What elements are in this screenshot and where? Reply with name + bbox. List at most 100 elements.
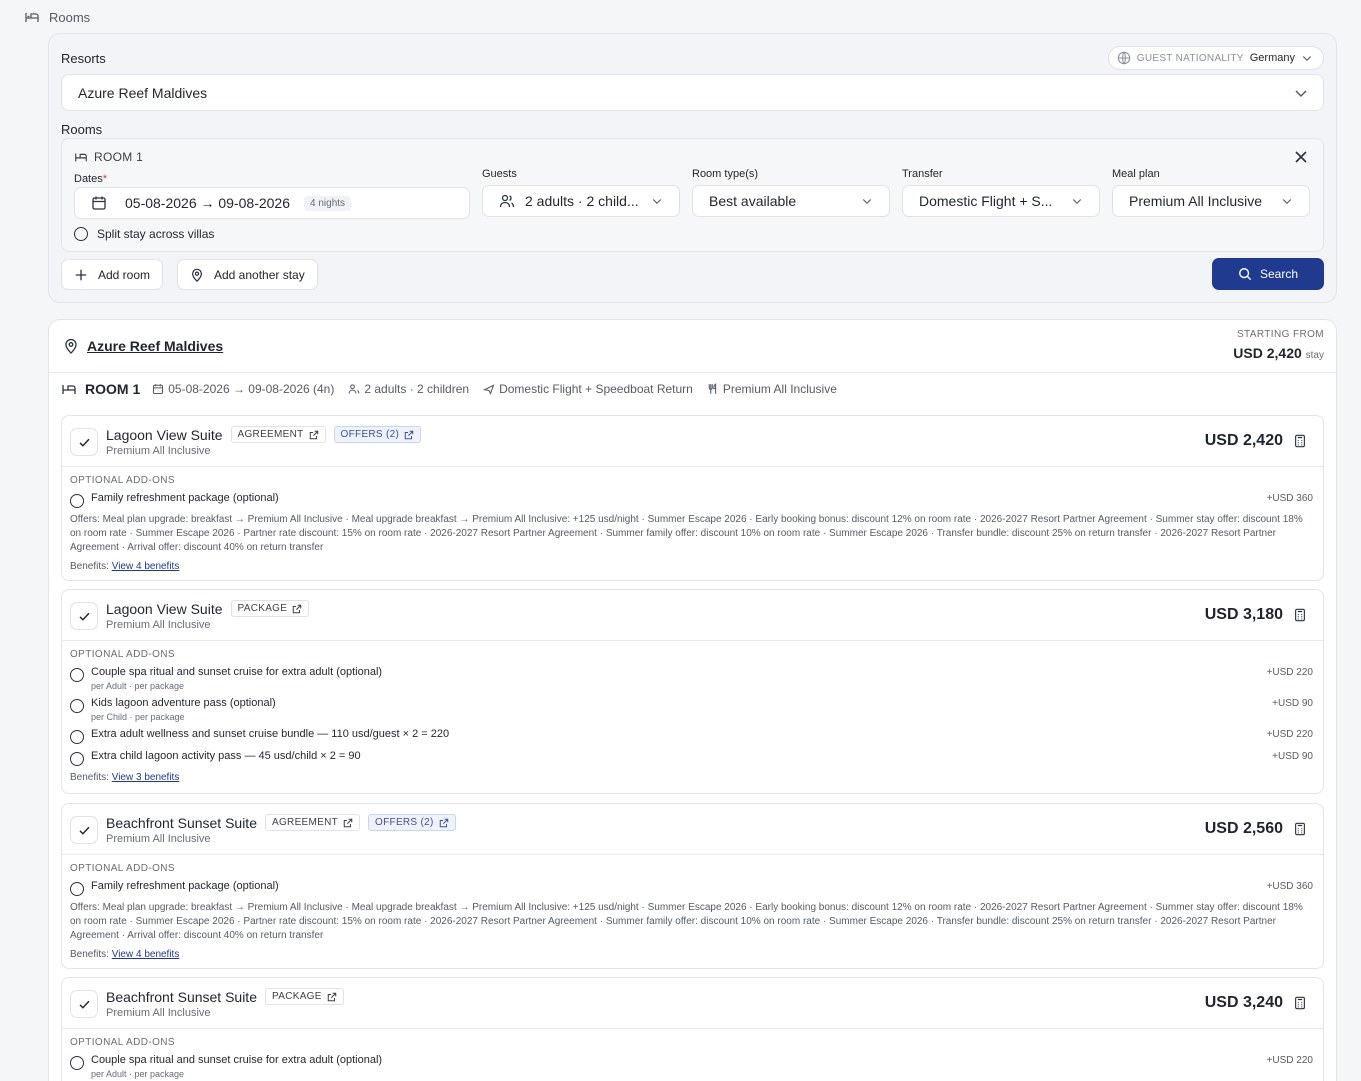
view-benefits-link[interactable]: View 3 benefits [112, 772, 180, 783]
benefits: Benefits: View 4 benefits [70, 949, 180, 960]
offer-room-name: Lagoon View Suite [106, 600, 223, 617]
addon-radio[interactable] [70, 1056, 84, 1070]
resort-select-value: Azure Reef Maldives [78, 84, 208, 101]
addon-radio[interactable] [70, 699, 84, 713]
external-link-icon [404, 430, 414, 440]
addon-price: +USD 220 [1266, 729, 1313, 740]
room-header: ROOM 1 [74, 150, 143, 164]
nationality-selector[interactable]: GUEST NATIONALITY Germany [1107, 46, 1324, 70]
check-icon [78, 610, 91, 623]
calendar-icon [152, 383, 164, 395]
roomtype-select[interactable]: Best available [692, 185, 890, 217]
addon-item[interactable]: Family refreshment package (optional) [70, 492, 279, 508]
plus-icon [74, 268, 88, 282]
addon-radio[interactable] [70, 752, 84, 766]
resort-select[interactable]: Azure Reef Maldives [61, 74, 1324, 111]
addon-item[interactable]: Couple spa ritual and sunset cruise for … [70, 1054, 382, 1079]
meal-select[interactable]: Premium All Inclusive [1112, 185, 1310, 217]
addons-header: OPTIONAL ADD-ONS [70, 1037, 175, 1048]
check-icon [78, 998, 91, 1011]
meal-value: Premium All Inclusive [1129, 193, 1263, 209]
offers-tag[interactable]: OFFERS (2) [333, 426, 422, 443]
dates-value: 05-08-2026 → 09-08-2026 [125, 195, 291, 211]
chevron-down-icon [1281, 195, 1293, 207]
summary-dates: 05-08-2026 → 09-08-2026 (4n) [168, 382, 335, 396]
calculator-icon[interactable] [1293, 996, 1307, 1010]
addon-radio[interactable] [70, 494, 84, 508]
package-tag[interactable]: PACKAGE [230, 600, 310, 617]
offer-room-name: Beachfront Sunset Suite [106, 988, 257, 1005]
users-icon [499, 193, 515, 209]
room-offer-card: Lagoon View Suite PACKAGE Premium All In… [61, 589, 1324, 794]
add-room-button[interactable]: Add room [61, 259, 164, 290]
remove-room-button[interactable] [1293, 149, 1309, 165]
offer-meal-plan: Premium All Inclusive [106, 1007, 211, 1019]
calculator-icon[interactable] [1293, 608, 1307, 622]
addon-radio[interactable] [70, 730, 84, 744]
addon-item[interactable]: Couple spa ritual and sunset cruise for … [70, 666, 382, 691]
chevron-down-icon [1293, 85, 1309, 101]
view-benefits-link[interactable]: View 4 benefits [112, 949, 180, 960]
add-room-label: Add room [98, 267, 151, 282]
search-panel: Resorts GUEST NATIONALITY Germany Azure … [48, 33, 1337, 303]
offer-room-name: Lagoon View Suite [106, 426, 223, 443]
resort-link[interactable]: Azure Reef Maldives [63, 338, 223, 354]
nights-badge: 4 nights [304, 195, 352, 211]
addon-radio[interactable] [70, 882, 84, 896]
room-offer-card: Lagoon View Suite AGREEMENT OFFERS (2) P… [61, 415, 1324, 581]
room-summary-title: ROOM 1 [85, 381, 141, 397]
benefits: Benefits: View 4 benefits [70, 561, 180, 572]
addon-price: +USD 220 [1266, 667, 1313, 678]
resorts-label: Resorts [61, 51, 106, 66]
addon-price: +USD 360 [1266, 493, 1313, 504]
dates-field[interactable]: 05-08-2026 → 09-08-2026 4 nights [74, 187, 470, 219]
view-benefits-link[interactable]: View 4 benefits [112, 561, 180, 572]
results-panel: Azure Reef Maldives STARTING FROM USD 2,… [48, 319, 1337, 1081]
chevron-down-icon [1301, 52, 1313, 64]
transfer-select[interactable]: Domestic Flight + S... [902, 185, 1100, 217]
addon-item[interactable]: Family refreshment package (optional) [70, 880, 279, 896]
split-stay-radio[interactable] [74, 227, 88, 241]
starting-from: STARTING FROM USD 2,420 stay [1233, 329, 1324, 361]
offer-price: USD 3,180 [1204, 606, 1283, 623]
addon-item[interactable]: Extra child lagoon activity pass — 45 us… [70, 750, 361, 766]
addon-item[interactable]: Extra adult wellness and sunset cruise b… [70, 728, 449, 744]
select-offer-checkbox[interactable] [70, 602, 98, 630]
select-offer-checkbox[interactable] [70, 990, 98, 1018]
utensils-icon [707, 383, 719, 395]
room-title: ROOM 1 [94, 150, 144, 164]
room-summary: ROOM 1 05-08-2026 → 09-08-2026 (4n) 2 ad… [61, 381, 847, 397]
starting-price: USD 2,420 [1233, 345, 1302, 361]
bed-icon [61, 381, 77, 397]
bed-icon [24, 9, 40, 25]
addon-radio[interactable] [70, 668, 84, 682]
map-pin-icon [63, 338, 79, 354]
agreement-tag[interactable]: AGREEMENT [230, 426, 326, 443]
agreement-tag[interactable]: AGREEMENT [265, 814, 361, 831]
roomtype-label: Room type(s) [692, 168, 759, 180]
split-stay-toggle[interactable]: Split stay across villas [74, 227, 214, 241]
chevron-down-icon [861, 195, 873, 207]
add-stay-button[interactable]: Add another stay [177, 259, 318, 290]
calculator-icon[interactable] [1293, 434, 1307, 448]
search-button[interactable]: Search [1212, 258, 1324, 290]
addons-header: OPTIONAL ADD-ONS [70, 475, 175, 486]
chevron-down-icon [1071, 195, 1083, 207]
roomtype-value: Best available [709, 193, 797, 209]
offer-price: USD 2,560 [1204, 820, 1283, 837]
offer-room-name: Beachfront Sunset Suite [106, 814, 257, 831]
external-link-icon [292, 604, 302, 614]
users-icon [348, 383, 360, 395]
addon-item[interactable]: Kids lagoon adventure pass (optional) per… [70, 697, 276, 722]
select-offer-checkbox[interactable] [70, 816, 98, 844]
calculator-icon[interactable] [1293, 822, 1307, 836]
add-stay-label: Add another stay [214, 267, 305, 282]
guests-select[interactable]: 2 adults · 2 child... [482, 185, 680, 217]
select-offer-checkbox[interactable] [70, 428, 98, 456]
offer-meal-plan: Premium All Inclusive [106, 619, 211, 631]
offers-tag[interactable]: OFFERS (2) [368, 814, 456, 831]
benefits: Benefits: View 3 benefits [70, 772, 180, 783]
offer-price: USD 3,240 [1204, 994, 1283, 1011]
package-tag[interactable]: PACKAGE [265, 988, 344, 1005]
summary-guests: 2 adults · 2 children [364, 382, 470, 396]
